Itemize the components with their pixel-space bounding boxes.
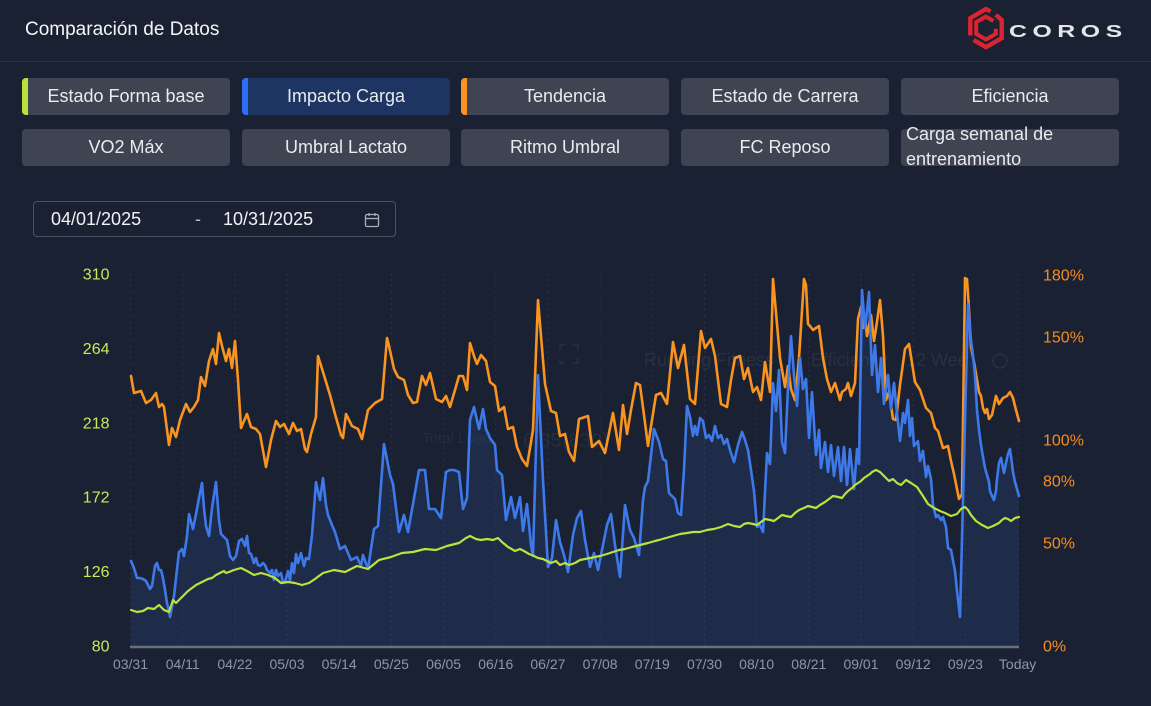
- svg-text:100%: 100%: [1043, 433, 1084, 450]
- svg-text:264: 264: [83, 341, 110, 358]
- svg-text:218: 218: [83, 415, 110, 432]
- svg-text:03/31: 03/31: [113, 656, 148, 672]
- svg-text:07/19: 07/19: [635, 656, 670, 672]
- svg-text:310: 310: [83, 267, 110, 284]
- svg-text:Today: Today: [999, 656, 1036, 672]
- svg-text:04/11: 04/11: [166, 656, 200, 672]
- svg-text:06/16: 06/16: [478, 656, 513, 672]
- svg-text:0%: 0%: [1043, 639, 1066, 656]
- svg-text:80%: 80%: [1043, 474, 1075, 491]
- svg-text:09/01: 09/01: [843, 656, 878, 672]
- svg-text:12 Wee: 12 Wee: [906, 350, 968, 370]
- svg-text:06/27: 06/27: [530, 656, 565, 672]
- svg-text:05/14: 05/14: [322, 656, 357, 672]
- svg-text:150%: 150%: [1043, 330, 1084, 347]
- svg-text:Running Fitness: Running Fitness: [644, 350, 774, 370]
- svg-text:08/10: 08/10: [739, 656, 774, 672]
- svg-text:126: 126: [83, 564, 110, 581]
- svg-text:09/12: 09/12: [896, 656, 931, 672]
- svg-text:180%: 180%: [1043, 268, 1084, 285]
- svg-text:04/22: 04/22: [217, 656, 252, 672]
- svg-text:172: 172: [83, 490, 110, 507]
- svg-text:09/23: 09/23: [948, 656, 983, 672]
- svg-text:07/30: 07/30: [687, 656, 722, 672]
- svg-text:06/05: 06/05: [426, 656, 461, 672]
- svg-text:08/21: 08/21: [791, 656, 826, 672]
- svg-text:80: 80: [92, 639, 110, 656]
- svg-text:05/25: 05/25: [374, 656, 409, 672]
- svg-text:50%: 50%: [1043, 536, 1075, 553]
- svg-text:07/08: 07/08: [583, 656, 618, 672]
- svg-text:05/03: 05/03: [269, 656, 304, 672]
